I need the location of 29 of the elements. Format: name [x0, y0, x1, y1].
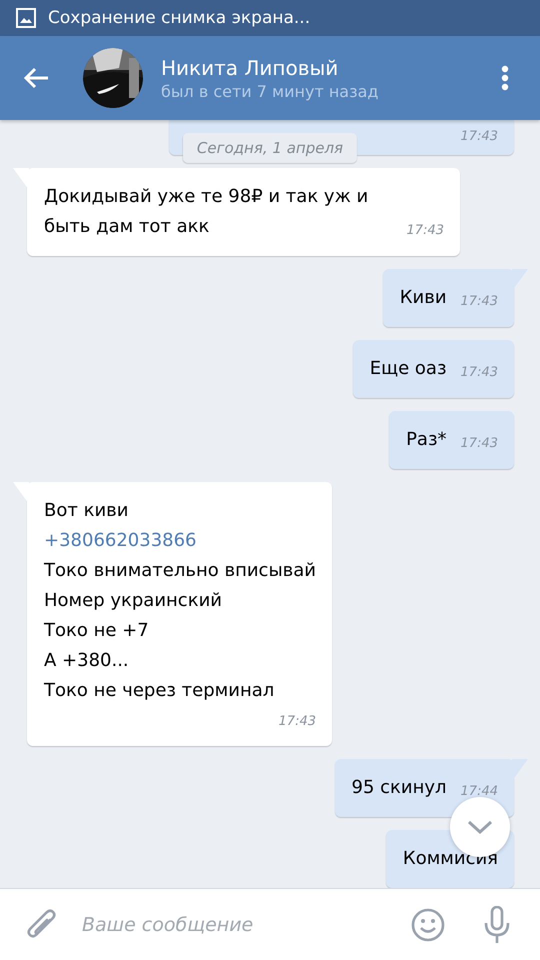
microphone-icon[interactable]	[483, 906, 511, 944]
message-text: Еще оаз	[370, 357, 447, 381]
message-time: 17:43	[406, 222, 444, 240]
back-icon[interactable]	[22, 66, 50, 90]
message-text: А +380...	[44, 649, 130, 673]
message-time: 17:43	[460, 364, 498, 382]
last-seen-status: был в сети 7 минут назад	[161, 82, 380, 100]
message-time: 17:43	[278, 713, 316, 731]
chevron-down-icon	[467, 820, 493, 834]
message-text: Киви	[400, 286, 447, 310]
menu-icon[interactable]	[501, 65, 509, 91]
contact-name: Никита Липовый	[161, 56, 340, 80]
notification-text: Сохранение снимка экрана...	[48, 8, 310, 28]
message-text: Номер украинский	[44, 589, 223, 613]
message-text: Раз*	[406, 428, 447, 452]
message-text: Докидывай уже те 98₽ и так уж и быть дам тот акк	[44, 185, 370, 239]
message-time: 17:44	[460, 783, 498, 801]
message-input[interactable]: Ваше сообщение	[80, 912, 411, 936]
message-text: Вот киви	[44, 499, 130, 523]
phone-link[interactable]: +380662033866	[44, 526, 316, 556]
message-text: Токо не +7	[44, 619, 150, 643]
image-icon	[16, 8, 36, 28]
message-time: 17:43	[460, 435, 498, 453]
smiley-icon[interactable]	[411, 908, 445, 942]
message-time: 17:43	[460, 129, 498, 144]
message-text: Токо внимательно вписывай	[44, 559, 316, 583]
message-text: Токо не через терминал	[44, 679, 276, 703]
message-time: 17:43	[460, 293, 498, 311]
message-text: 95 скинул	[352, 776, 447, 800]
